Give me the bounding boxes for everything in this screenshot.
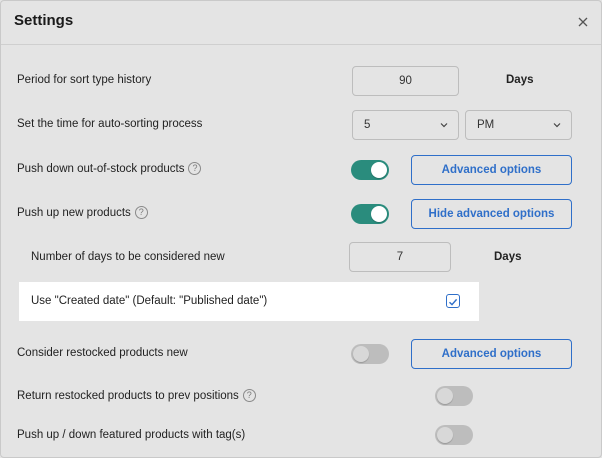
auto-sort-time-label: Set the time for auto-sorting process xyxy=(17,118,202,130)
new-days-label-text: Number of days to be considered new xyxy=(31,251,225,263)
period-select-value: PM xyxy=(477,119,495,131)
push-down-oos-label: Push down out-of-stock products ? xyxy=(17,162,202,175)
restocked-new-label-text: Consider restocked products new xyxy=(17,347,188,359)
hour-select-value: 5 xyxy=(364,119,371,131)
new-days-unit: Days xyxy=(494,251,522,263)
checkmark-icon xyxy=(449,298,458,306)
help-icon[interactable]: ? xyxy=(242,389,256,402)
created-date-checkbox[interactable] xyxy=(446,294,460,308)
dialog-title: Settings xyxy=(14,12,74,29)
sort-history-input[interactable]: 90 xyxy=(352,66,459,96)
toggle-knob xyxy=(371,206,387,222)
return-restocked-toggle[interactable] xyxy=(435,386,473,406)
featured-tags-label-text: Push up / down featured products with ta… xyxy=(17,429,246,441)
period-select[interactable]: PM xyxy=(465,110,572,140)
push-down-oos-toggle[interactable] xyxy=(351,160,389,180)
hour-select[interactable]: 5 xyxy=(352,110,459,140)
created-date-label-text: Use "Created date" (Default: "Published … xyxy=(31,295,268,307)
featured-tags-label: Push up / down featured products with ta… xyxy=(17,429,245,441)
push-up-new-toggle[interactable] xyxy=(351,204,389,224)
restocked-advanced-button[interactable]: Advanced options xyxy=(411,339,572,369)
created-date-label: Use "Created date" (Default: "Published … xyxy=(31,295,267,307)
new-days-label: Number of days to be considered new xyxy=(31,251,225,263)
dialog-header: Settings xyxy=(1,1,601,45)
toggle-knob xyxy=(437,388,453,404)
push-up-new-label: Push up new products ? xyxy=(17,206,148,219)
chevron-down-icon xyxy=(440,123,448,128)
chevron-down-icon xyxy=(553,123,561,128)
sort-history-unit: Days xyxy=(506,74,534,86)
sort-history-label: Period for sort type history xyxy=(17,74,151,86)
push-down-advanced-button[interactable]: Advanced options xyxy=(411,155,572,185)
toggle-knob xyxy=(353,346,369,362)
push-down-oos-label-text: Push down out-of-stock products xyxy=(17,162,185,175)
return-restocked-label-text: Return restocked products to prev positi… xyxy=(17,389,239,402)
help-icon[interactable]: ? xyxy=(188,162,202,175)
restocked-new-label: Consider restocked products new xyxy=(17,347,188,359)
featured-tags-toggle[interactable] xyxy=(435,425,473,445)
hide-advanced-button[interactable]: Hide advanced options xyxy=(411,199,572,229)
settings-dialog: Settings Period for sort type history 90… xyxy=(0,0,602,458)
return-restocked-label: Return restocked products to prev positi… xyxy=(17,389,256,402)
toggle-knob xyxy=(437,427,453,443)
sort-history-label-text: Period for sort type history xyxy=(17,74,152,86)
help-icon[interactable]: ? xyxy=(134,206,148,219)
toggle-knob xyxy=(371,162,387,178)
auto-sort-time-label-text: Set the time for auto-sorting process xyxy=(17,118,203,130)
new-days-input[interactable]: 7 xyxy=(349,242,451,272)
push-up-new-label-text: Push up new products xyxy=(17,206,131,219)
restocked-new-toggle[interactable] xyxy=(351,344,389,364)
close-icon[interactable] xyxy=(573,12,593,32)
